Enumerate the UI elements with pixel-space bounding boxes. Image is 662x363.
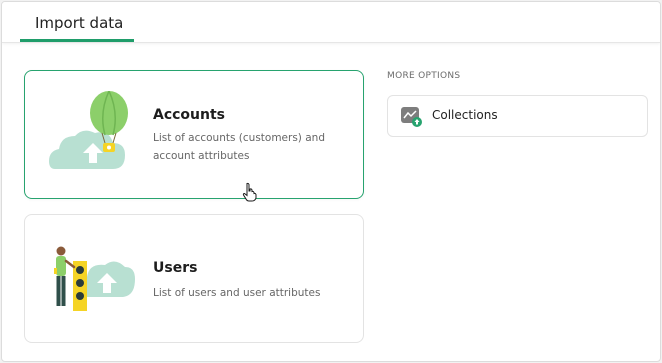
accounts-title: Accounts [153,107,226,123]
tab-import-data[interactable]: Import data [20,2,134,42]
person-users-cloud-icon [54,246,135,311]
hand-pointer-cursor-icon [242,182,257,202]
collections-option[interactable]: Collections [387,95,648,137]
accounts-description: List of accounts (customers) and account… [153,132,325,162]
import-data-page: Import data Accounts List of accounts (c… [1,1,661,362]
users-card[interactable]: Users List of users and user attributes [24,214,364,343]
tab-bar: Import data [2,2,660,43]
tab-import-data-label: Import data [35,14,124,32]
active-tab-indicator [20,39,134,42]
collections-label: Collections [432,108,498,122]
users-description: List of users and user attributes [153,287,321,299]
more-options-heading: MORE OPTIONS [387,71,461,81]
accounts-card[interactable]: Accounts List of accounts (customers) an… [24,70,364,199]
balloon-cloud-upload-icon [49,91,128,169]
collections-chart-upload-icon [401,107,422,127]
users-title: Users [153,260,198,276]
